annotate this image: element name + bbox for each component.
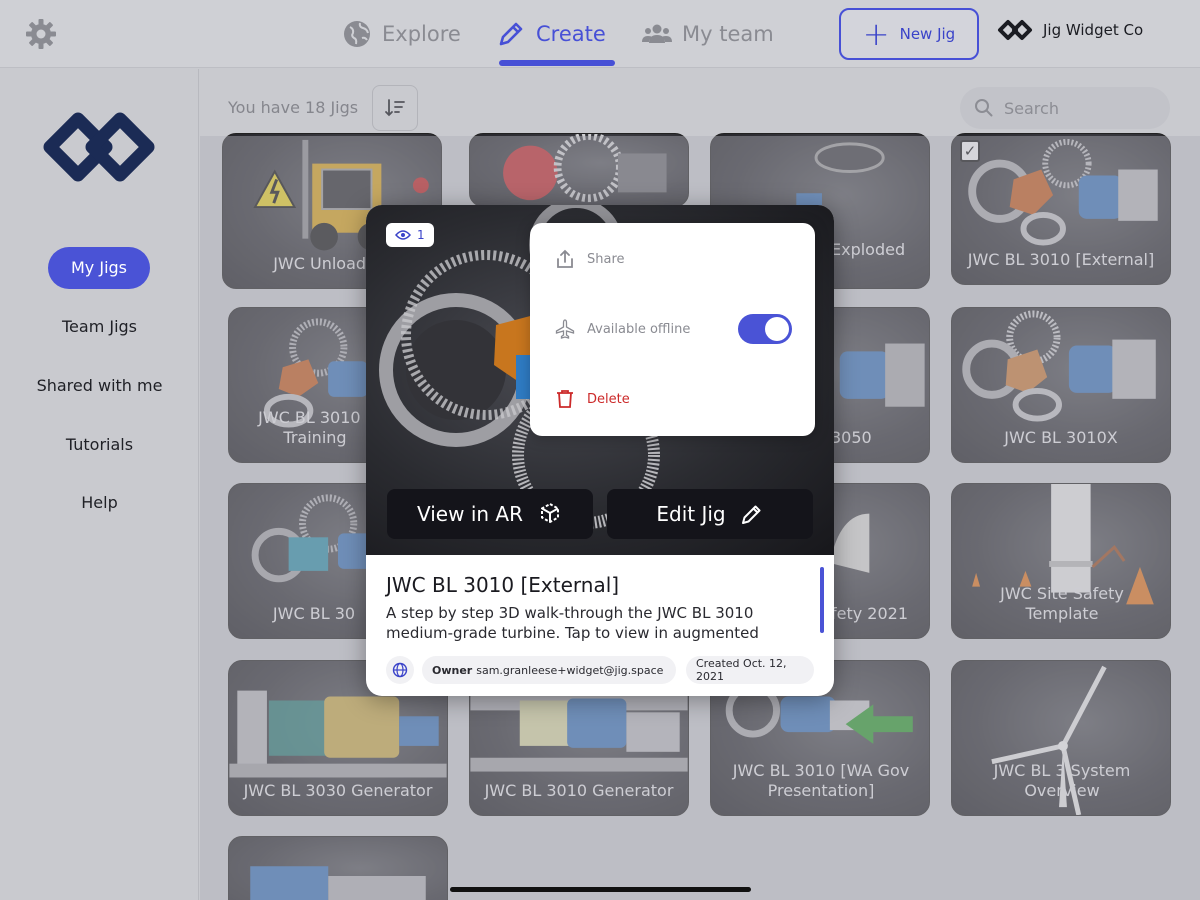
turbine-part-image — [250, 866, 426, 900]
share-label: Share — [587, 251, 625, 267]
share-icon — [557, 249, 573, 268]
search-placeholder: Search — [1004, 98, 1059, 118]
jig-card-label: JWC BL 3010 [External] — [967, 250, 1155, 269]
tab-create-label: Create — [536, 22, 606, 46]
brand-logo-icon — [998, 20, 1032, 40]
jig-card[interactable]: JWC BL 3 System Overview — [951, 660, 1171, 816]
jig-card-label: JWC BL 3010 [ Training — [258, 408, 372, 447]
tab-explore-label: Explore — [382, 22, 461, 46]
tab-my-team[interactable]: My team — [642, 14, 774, 54]
jig-count: You have 18 Jigs — [228, 98, 359, 117]
view-count-badge: 1 — [386, 223, 434, 247]
people-icon — [642, 24, 672, 43]
owner-email: sam.granleese+widget@jig.space — [476, 663, 664, 677]
pencil-icon — [741, 505, 761, 524]
jig-card[interactable] — [469, 133, 689, 207]
sidebar-item-team-jigs[interactable]: Team Jigs — [0, 317, 199, 336]
sidebar: My Jigs Team Jigs Shared with me Tutoria… — [0, 69, 199, 900]
jig-card[interactable]: ✓ JWC BL 3010 [External] — [951, 133, 1171, 285]
plus-icon: + — [862, 15, 890, 53]
tab-my-team-label: My team — [682, 22, 774, 46]
jig-card-label: JWC BL 3010 Generator — [484, 781, 674, 800]
delete-menu-item[interactable]: Delete — [555, 389, 630, 409]
delete-label: Delete — [587, 391, 630, 407]
ar-cube-icon — [541, 502, 559, 524]
new-jig-label: New Jig — [899, 25, 956, 43]
selected-checkbox-icon[interactable]: ✓ — [960, 140, 980, 162]
jig-card[interactable]: JWC Site Safety Template — [951, 483, 1171, 639]
jig-card-label: Exploded — [831, 240, 906, 259]
jig-card[interactable]: JWC BL 3010X — [951, 307, 1171, 463]
available-offline-toggle[interactable] — [738, 314, 792, 344]
jig-title: JWC BL 3010 [External] — [386, 573, 620, 597]
description-scrollbar[interactable] — [820, 567, 824, 633]
edit-jig-button[interactable]: Edit Jig — [607, 489, 813, 539]
search-icon — [975, 99, 993, 117]
app-logo-icon — [43, 112, 155, 182]
home-indicator[interactable] — [450, 887, 751, 892]
turbine-part-image — [503, 134, 667, 203]
jig-card-label: 3050 — [831, 428, 872, 447]
jig-description: A step by step 3D walk-through the JWC B… — [386, 604, 759, 642]
jig-card[interactable] — [228, 836, 448, 900]
owner-label: Owner — [432, 663, 473, 677]
jig-card-label: JWC BL 3030 Generator — [243, 781, 433, 800]
sidebar-item-my-jigs[interactable]: My Jigs — [48, 247, 150, 289]
edit-jig-label: Edit Jig — [656, 502, 726, 526]
created-date-badge: Created Oct. 12, 2021 — [686, 656, 814, 684]
jig-context-menu: Share Available offline Delete — [530, 223, 815, 436]
jig-card-label: JWC BL 3010X — [1004, 428, 1118, 447]
owner-badge: Owner sam.granleese+widget@jig.space — [422, 656, 676, 684]
jig-card-label: JWC BL 30 — [272, 604, 356, 623]
view-in-ar-label: View in AR — [417, 502, 523, 526]
airplane-icon — [555, 319, 575, 339]
jig-card-label: JWC BL 3010 [WA Gov Presentation] — [732, 761, 910, 800]
share-menu-item[interactable]: Share — [555, 249, 625, 269]
tab-create[interactable]: Create — [496, 14, 606, 54]
sidebar-item-shared-with-me[interactable]: Shared with me — [0, 376, 199, 395]
globe-icon — [392, 662, 408, 678]
view-count: 1 — [417, 228, 425, 242]
jig-card-label: JWC BL 3 System Overview — [993, 761, 1131, 800]
tab-explore[interactable]: Explore — [342, 14, 461, 54]
available-offline-label: Available offline — [587, 321, 691, 337]
trash-icon — [557, 390, 573, 408]
jig-card-label: fety 2021 — [831, 604, 909, 623]
brand-name: Jig Widget Co — [1043, 21, 1144, 39]
globe-icon — [344, 21, 370, 47]
visibility-badge[interactable] — [386, 656, 414, 684]
search-input[interactable]: Search — [960, 87, 1170, 129]
new-jig-button[interactable]: + New Jig — [839, 8, 979, 60]
brand[interactable]: Jig Widget Co — [997, 18, 1143, 42]
top-nav-bar: Explore Create My team + New Jig Jig Wid… — [0, 0, 1200, 68]
view-in-ar-button[interactable]: View in AR — [387, 489, 593, 539]
jig-card-label: JWC Site Safety Template — [1000, 584, 1124, 623]
sort-icon — [385, 99, 405, 117]
available-offline-menu-item: Available offline — [555, 319, 690, 339]
sidebar-item-help[interactable]: Help — [0, 493, 199, 512]
active-tab-indicator — [499, 60, 615, 66]
eye-icon — [395, 230, 411, 240]
pencil-icon — [499, 22, 523, 46]
sort-button[interactable] — [372, 85, 418, 131]
gear-icon[interactable] — [24, 17, 58, 51]
sidebar-item-tutorials[interactable]: Tutorials — [0, 435, 199, 454]
